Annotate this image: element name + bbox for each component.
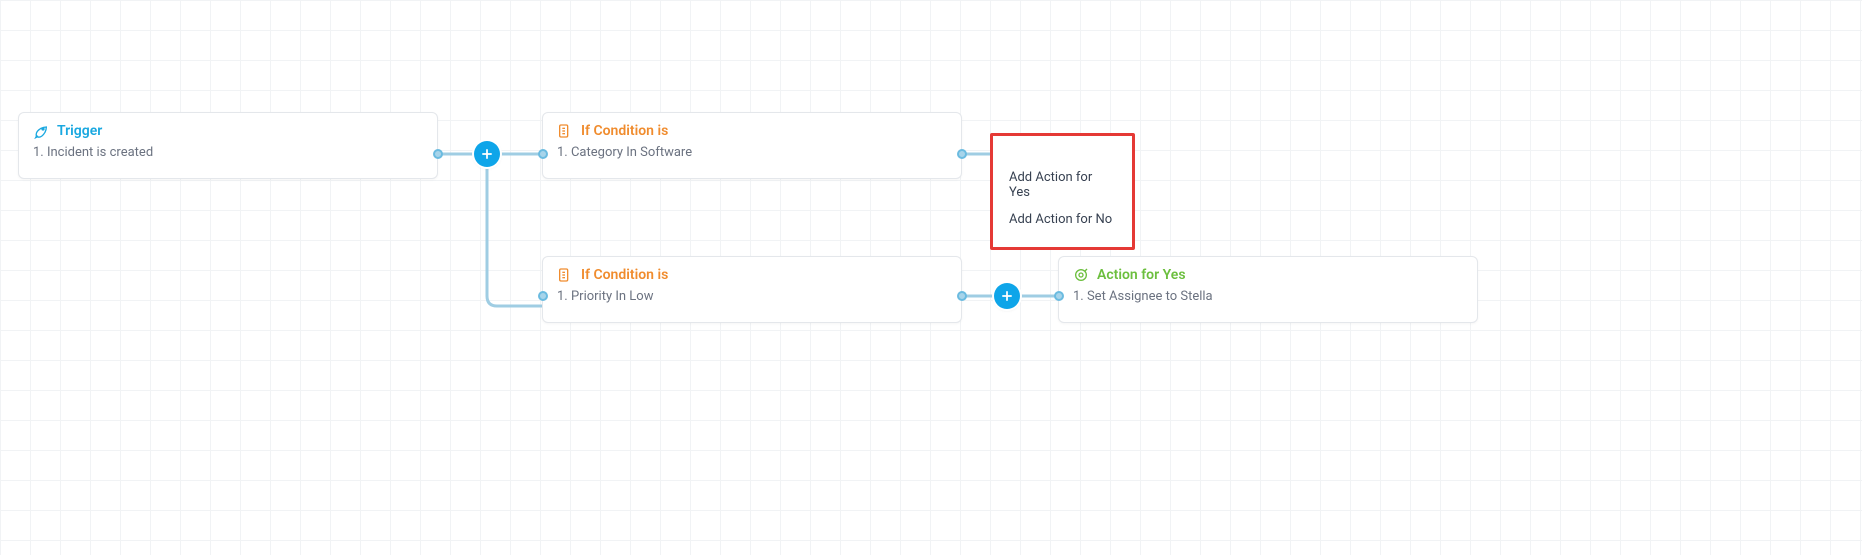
condition1-in-dot [538, 149, 548, 159]
trigger-out-dot [433, 149, 443, 159]
action-node-1[interactable]: Action for Yes 1. Set Assignee to Stella [1058, 256, 1478, 323]
condition1-body: 1. Category In Software [557, 145, 947, 160]
popup-add-no[interactable]: Add Action for No [1009, 206, 1116, 233]
condition-icon [557, 123, 573, 139]
condition2-out-dot [957, 291, 967, 301]
popup-add-yes[interactable]: Add Action for Yes [1009, 164, 1116, 206]
condition2-body: 1. Priority In Low [557, 289, 947, 304]
add-branch-button-1[interactable] [474, 141, 500, 167]
condition-icon [557, 267, 573, 283]
condition2-title: If Condition is [581, 267, 668, 283]
action-icon [1073, 267, 1089, 283]
add-branch-button-3[interactable] [994, 283, 1020, 309]
condition2-in-dot [538, 291, 548, 301]
condition-node-2[interactable]: If Condition is 1. Priority In Low [542, 256, 962, 323]
rocket-icon [33, 123, 49, 139]
plus-icon [480, 147, 494, 161]
condition1-out-dot [957, 149, 967, 159]
condition1-title: If Condition is [581, 123, 668, 139]
action1-in-dot [1054, 291, 1064, 301]
action1-title: Action for Yes [1097, 267, 1186, 283]
trigger-title: Trigger [57, 123, 102, 139]
plus-icon [1000, 289, 1014, 303]
condition-node-1[interactable]: If Condition is 1. Category In Software [542, 112, 962, 179]
trigger-body: 1. Incident is created [33, 145, 423, 160]
trigger-node[interactable]: Trigger 1. Incident is created [18, 112, 438, 179]
action1-body: 1. Set Assignee to Stella [1073, 289, 1463, 304]
add-action-popup: Add Action for Yes Add Action for No [990, 133, 1135, 250]
workflow-canvas[interactable]: Trigger 1. Incident is created If Condit… [0, 0, 1862, 555]
